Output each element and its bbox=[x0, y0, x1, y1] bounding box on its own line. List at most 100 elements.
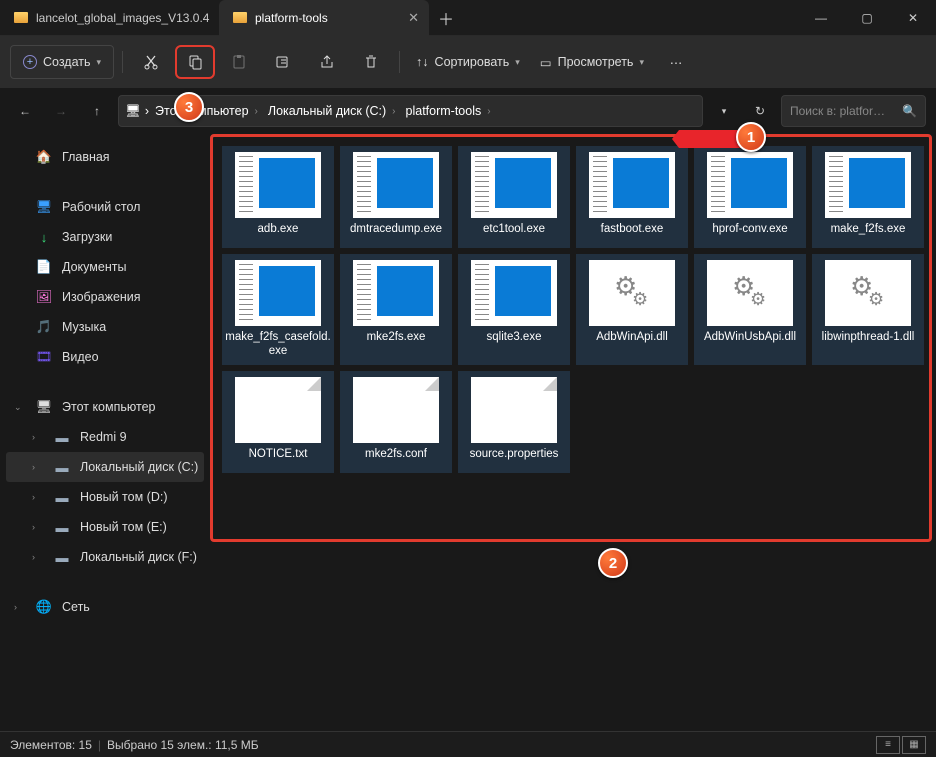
status-bar: Элементов: 15 | Выбрано 15 элем.: 11,5 М… bbox=[0, 731, 936, 757]
annotation-badge-2: 2 bbox=[598, 548, 628, 578]
address-dropdown[interactable]: ▾ bbox=[709, 96, 739, 126]
close-icon[interactable]: ✕ bbox=[408, 10, 419, 26]
file-name: AdbWinApi.dll bbox=[594, 326, 670, 356]
sidebar-quick-item[interactable]: ↓Загрузки bbox=[6, 222, 204, 252]
file-item[interactable]: adb.exe bbox=[222, 146, 334, 248]
sidebar-drive-item[interactable]: ›▬Локальный диск (F:) bbox=[6, 542, 204, 572]
file-item[interactable]: make_f2fs.exe bbox=[812, 146, 924, 248]
delete-button[interactable] bbox=[351, 45, 391, 79]
sidebar-home[interactable]: 🏠Главная bbox=[6, 142, 204, 172]
expand-icon[interactable]: ⌄ bbox=[14, 402, 22, 413]
address-bar[interactable]: 🖥› Этот компьютер› Локальный диск (C:)› … bbox=[118, 95, 703, 127]
folder-icon: 🎵 bbox=[36, 320, 52, 334]
sidebar-quick-item[interactable]: 🖼Изображения bbox=[6, 282, 204, 312]
sidebar-quick-item[interactable]: 🖥Рабочий стол bbox=[6, 192, 204, 222]
file-thumb bbox=[471, 260, 557, 326]
expand-icon[interactable]: › bbox=[32, 552, 35, 562]
expand-icon[interactable]: › bbox=[32, 432, 35, 442]
sort-icon: ↑↓ bbox=[416, 55, 429, 69]
view-details-button[interactable]: ≡ bbox=[876, 736, 900, 754]
chevron-down-icon: ▾ bbox=[97, 57, 102, 68]
folder-icon bbox=[233, 12, 247, 23]
back-button[interactable]: ← bbox=[10, 96, 40, 126]
file-pane[interactable]: adb.exedmtracedump.exeetc1tool.exe fastbo… bbox=[210, 134, 936, 731]
cut-button[interactable] bbox=[131, 45, 171, 79]
copy-button[interactable] bbox=[175, 45, 215, 79]
sidebar-drive-item[interactable]: ›▬Redmi 9 bbox=[6, 422, 204, 452]
annotation-badge-1: 1 bbox=[736, 122, 766, 152]
file-item[interactable]: AdbWinApi.dll bbox=[576, 254, 688, 365]
share-button[interactable] bbox=[307, 45, 347, 79]
file-thumb bbox=[707, 152, 793, 218]
status-selected: Выбрано 15 элем.: 11,5 МБ bbox=[107, 738, 259, 752]
file-item[interactable]: fastboot.exe bbox=[576, 146, 688, 248]
file-item[interactable]: mke2fs.exe bbox=[340, 254, 452, 365]
file-name: make_f2fs_casefold.exe bbox=[222, 326, 334, 365]
sidebar-drive-item[interactable]: ›▬Локальный диск (C:) bbox=[6, 452, 204, 482]
file-name: fastboot.exe bbox=[599, 218, 666, 248]
sidebar-quick-item[interactable]: 📄Документы bbox=[6, 252, 204, 282]
folder-icon: 📄 bbox=[36, 260, 52, 274]
expand-icon[interactable]: › bbox=[32, 522, 35, 532]
folder-icon bbox=[14, 12, 28, 23]
file-thumb bbox=[235, 260, 321, 326]
file-thumb bbox=[235, 152, 321, 218]
file-thumb bbox=[825, 260, 911, 326]
search-input[interactable]: Поиск в: platfor… 🔍 bbox=[781, 95, 926, 127]
file-name: sqlite3.exe bbox=[485, 326, 544, 356]
file-name: mke2fs.conf bbox=[363, 443, 429, 473]
file-name: hprof-conv.exe bbox=[710, 218, 789, 248]
paste-button[interactable] bbox=[219, 45, 259, 79]
tab-inactive[interactable]: lancelot_global_images_V13.0.4 ✕ bbox=[0, 0, 215, 36]
file-name: make_f2fs.exe bbox=[829, 218, 908, 248]
file-name: NOTICE.txt bbox=[247, 443, 310, 473]
search-icon: 🔍 bbox=[902, 104, 917, 118]
drive-icon: ▬ bbox=[54, 430, 70, 444]
new-button[interactable]: + Создать ▾ bbox=[10, 45, 114, 79]
file-item[interactable]: make_f2fs_casefold.exe bbox=[222, 254, 334, 365]
drive-icon: ▬ bbox=[54, 460, 70, 474]
up-button[interactable]: ↑ bbox=[82, 96, 112, 126]
sidebar-quick-item[interactable]: 🎞Видео bbox=[6, 342, 204, 372]
new-tab-button[interactable]: ＋ bbox=[429, 6, 463, 30]
file-item[interactable]: libwinpthread-1.dll bbox=[812, 254, 924, 365]
expand-icon[interactable]: › bbox=[32, 462, 35, 472]
file-item[interactable]: dmtracedump.exe bbox=[340, 146, 452, 248]
sidebar-thispc[interactable]: ⌄🖥Этот компьютер bbox=[6, 392, 204, 422]
folder-icon: ↓ bbox=[36, 230, 52, 244]
close-button[interactable]: ✕ bbox=[890, 0, 936, 36]
breadcrumb[interactable]: Этот компьютер› bbox=[153, 102, 262, 120]
sort-button[interactable]: ↑↓ Сортировать ▾ bbox=[408, 45, 528, 79]
view-icon: ▭ bbox=[540, 55, 552, 70]
expand-icon[interactable]: › bbox=[14, 602, 17, 612]
titlebar: lancelot_global_images_V13.0.4 ✕ platfor… bbox=[0, 0, 936, 36]
maximize-button[interactable]: ▢ bbox=[844, 0, 890, 36]
file-item[interactable]: AdbWinUsbApi.dll bbox=[694, 254, 806, 365]
file-item[interactable]: mke2fs.conf bbox=[340, 371, 452, 473]
drive-icon: ▬ bbox=[54, 550, 70, 564]
file-item[interactable]: etc1tool.exe bbox=[458, 146, 570, 248]
breadcrumb[interactable]: Локальный диск (C:)› bbox=[266, 102, 400, 120]
view-button[interactable]: ▭ Просмотреть ▾ bbox=[532, 45, 652, 79]
sidebar-drive-item[interactable]: ›▬Новый том (E:) bbox=[6, 512, 204, 542]
sidebar-drive-item[interactable]: ›▬Новый том (D:) bbox=[6, 482, 204, 512]
file-item[interactable]: hprof-conv.exe bbox=[694, 146, 806, 248]
folder-icon: 🖼 bbox=[36, 290, 52, 304]
more-button[interactable]: ⋯ bbox=[656, 45, 696, 79]
tab-active[interactable]: platform-tools ✕ bbox=[219, 0, 429, 36]
minimize-button[interactable]: ― bbox=[798, 0, 844, 36]
file-item[interactable]: NOTICE.txt bbox=[222, 371, 334, 473]
file-item[interactable]: source.properties bbox=[458, 371, 570, 473]
rename-button[interactable] bbox=[263, 45, 303, 79]
view-icons-button[interactable]: ▦ bbox=[902, 736, 926, 754]
expand-icon[interactable]: › bbox=[32, 492, 35, 502]
file-thumb bbox=[235, 377, 321, 443]
forward-button[interactable]: → bbox=[46, 96, 76, 126]
drive-icon: ▬ bbox=[54, 490, 70, 504]
file-item[interactable]: sqlite3.exe bbox=[458, 254, 570, 365]
network-icon: 🌐 bbox=[36, 600, 52, 614]
file-name: libwinpthread-1.dll bbox=[820, 326, 917, 356]
sidebar-network[interactable]: ›🌐Сеть bbox=[6, 592, 204, 622]
breadcrumb[interactable]: platform-tools› bbox=[404, 102, 495, 120]
sidebar-quick-item[interactable]: 🎵Музыка bbox=[6, 312, 204, 342]
